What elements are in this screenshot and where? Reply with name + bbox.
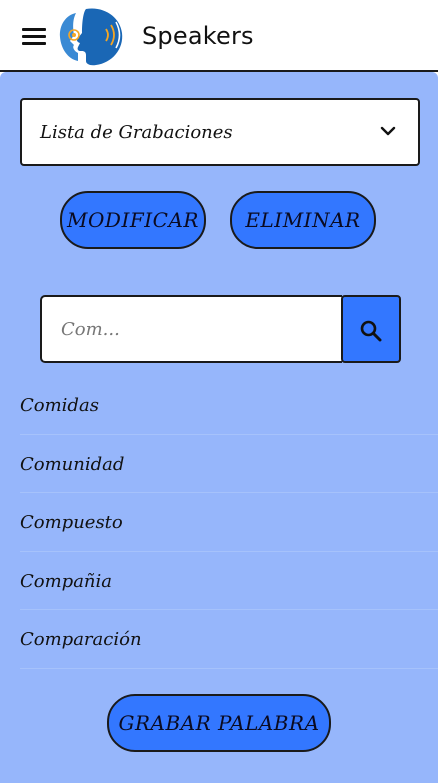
list-item-label: Comidas: [20, 395, 99, 416]
list-item[interactable]: Comidas: [20, 376, 438, 435]
list-item-label: Compañia: [20, 570, 113, 592]
list-item[interactable]: Compañia: [20, 552, 438, 610]
app-bar: Speakers: [0, 0, 438, 72]
list-item-label: Comunidad: [20, 453, 125, 475]
dropdown-selected-value: Lista de Grabaciones: [40, 122, 233, 143]
search-icon: [360, 320, 382, 342]
results-list: Comidas Comunidad Compuesto Compañia Com…: [20, 376, 438, 669]
chevron-down-icon: [380, 126, 396, 136]
search-input[interactable]: [42, 297, 342, 361]
speaker-head-logo: [57, 6, 127, 66]
search-button[interactable]: [341, 295, 401, 363]
delete-button[interactable]: ELIMINAR: [230, 191, 376, 249]
list-item-label: Compuesto: [20, 512, 123, 533]
list-item[interactable]: Comparación: [20, 610, 438, 669]
record-word-button[interactable]: GRABAR PALABRA: [107, 694, 331, 752]
app-title: Speakers: [142, 22, 254, 50]
recordings-dropdown[interactable]: Lista de Grabaciones: [20, 98, 420, 166]
menu-icon[interactable]: [22, 26, 46, 46]
search-field[interactable]: [40, 295, 342, 363]
modify-button[interactable]: MODIFICAR: [60, 191, 206, 249]
list-item[interactable]: Compuesto: [20, 493, 438, 552]
list-item-label: Comparación: [20, 629, 142, 650]
list-item[interactable]: Comunidad: [20, 435, 438, 493]
recordings-panel: Lista de Grabaciones MODIFICAR ELIMINAR …: [0, 72, 438, 783]
